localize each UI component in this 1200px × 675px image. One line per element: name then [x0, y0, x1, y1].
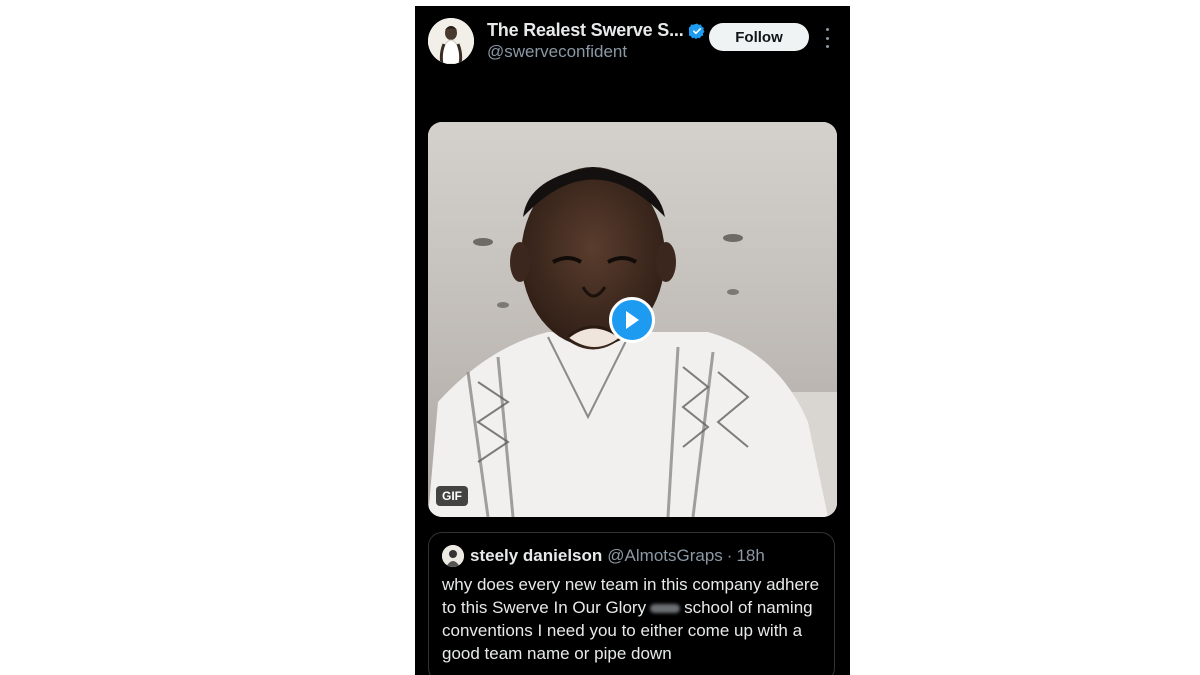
quoted-author-handle[interactable]: @AlmotsGraps — [607, 546, 723, 566]
gif-media[interactable]: GIF — [428, 122, 837, 517]
quoted-post[interactable]: steely danielson @AlmotsGraps · 18h why … — [428, 532, 835, 675]
play-icon[interactable] — [609, 297, 655, 343]
follow-button[interactable]: Follow — [709, 23, 809, 51]
verified-badge-icon — [687, 23, 705, 39]
more-options-icon[interactable] — [821, 28, 833, 48]
post-card: The Realest Swerve S... @swerveconfident… — [415, 6, 850, 675]
author-avatar[interactable] — [428, 18, 474, 64]
author-display-name[interactable]: The Realest Swerve S... — [487, 20, 684, 41]
author-handle[interactable]: @swerveconfident — [487, 42, 627, 62]
quoted-post-text: why does every new team in this company … — [442, 573, 827, 665]
gif-badge: GIF — [436, 486, 468, 506]
redacted-word — [650, 604, 681, 614]
quoted-author-name[interactable]: steely danielson — [470, 546, 602, 566]
quoted-author-avatar[interactable] — [442, 545, 464, 567]
author-name-row: The Realest Swerve S... — [487, 20, 705, 41]
separator-dot: · — [726, 546, 733, 565]
quoted-post-header: steely danielson @AlmotsGraps · 18h — [442, 545, 765, 567]
quoted-post-time[interactable]: 18h — [736, 546, 764, 566]
